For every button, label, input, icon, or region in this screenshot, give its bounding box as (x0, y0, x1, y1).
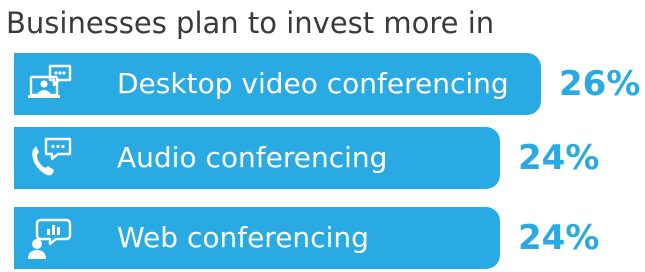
bar-value-label: 26% (559, 64, 641, 104)
chart-title: Businesses plan to invest more in (6, 6, 495, 40)
bar: Web conferencing (14, 207, 500, 269)
bar-label: Audio conferencing (117, 141, 388, 174)
desktop-video-icon (28, 63, 72, 105)
web-chat-icon (28, 217, 72, 259)
bar: Desktop video conferencing (14, 53, 541, 115)
bar-label: Desktop video conferencing (117, 67, 509, 100)
bar-label: Web conferencing (117, 221, 369, 254)
bar-value-label: 24% (518, 138, 600, 178)
phone-chat-icon (28, 137, 72, 179)
bar: Audio conferencing (14, 127, 500, 189)
bar-value-label: 24% (518, 218, 600, 258)
